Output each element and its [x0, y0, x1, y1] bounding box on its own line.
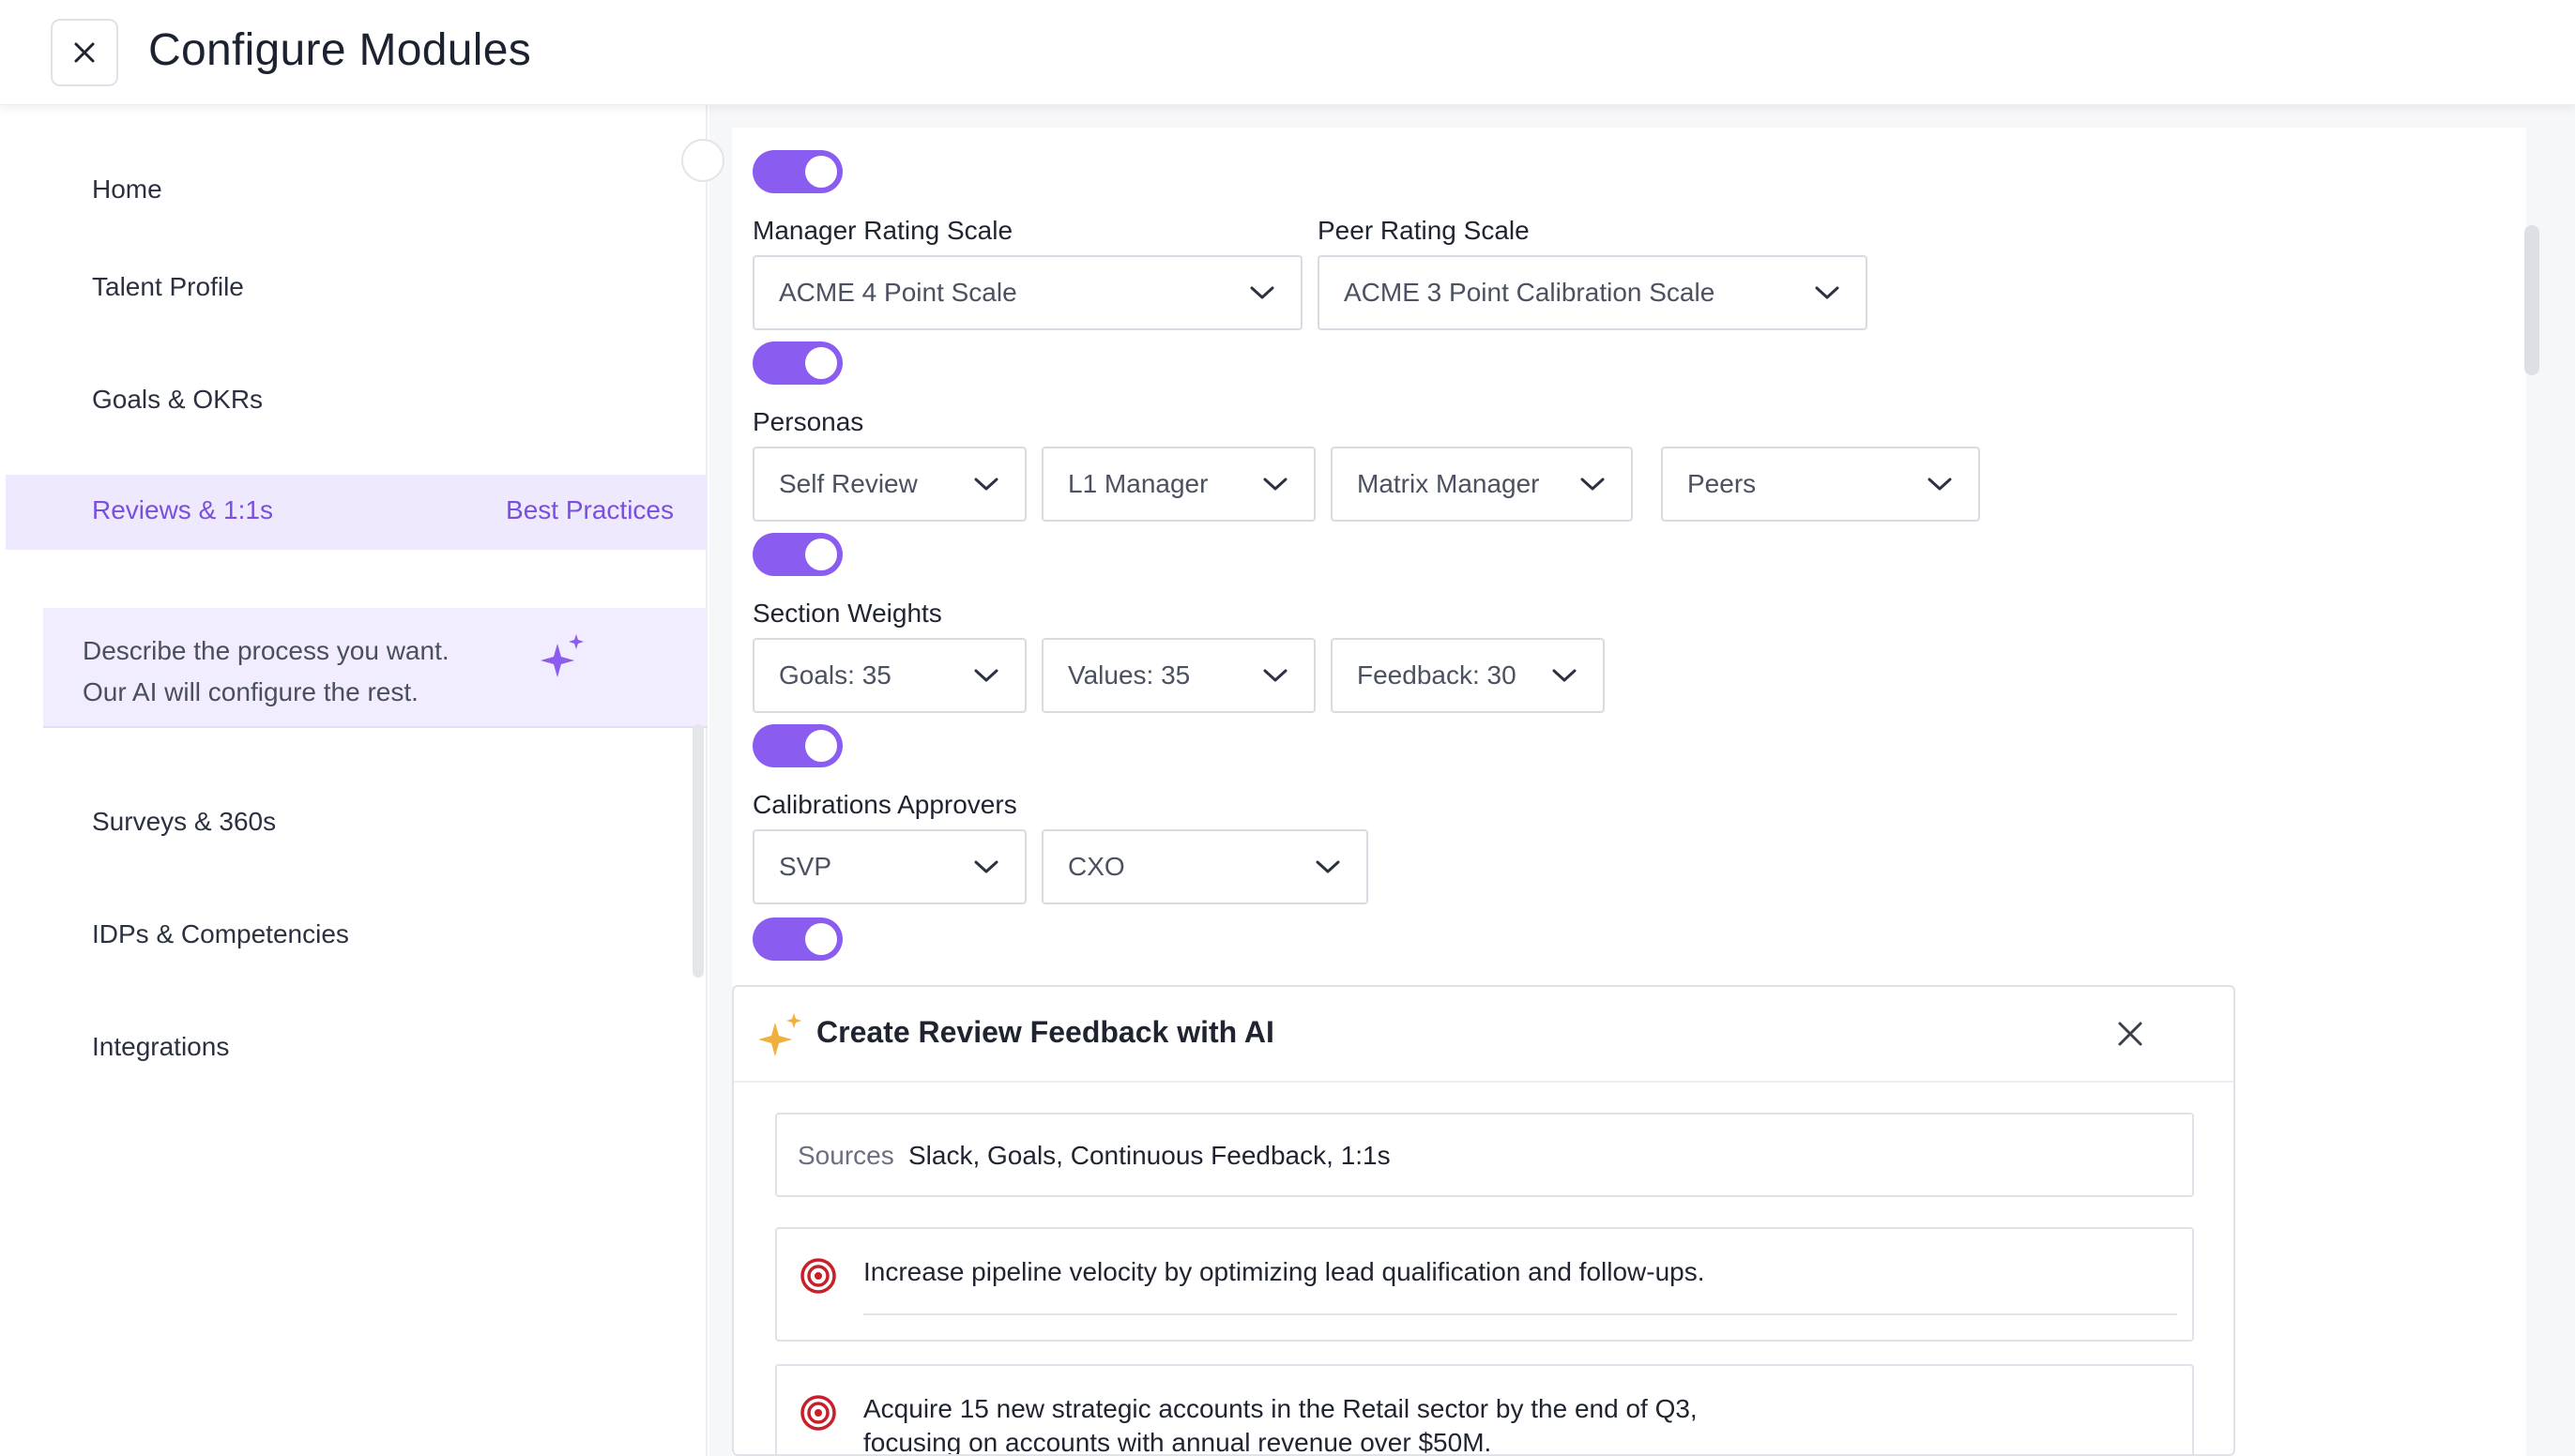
ai-describe-text: Describe the process you want. Our AI wi… [83, 630, 449, 713]
sparkle-icon [541, 634, 584, 677]
peer-rating-label: Peer Rating Scale [1318, 216, 1530, 245]
goal-text-line1: Acquire 15 new strategic accounts in the… [863, 1394, 1698, 1423]
sidebar-item-integrations[interactable]: Integrations [92, 1032, 229, 1062]
select-value: Matrix Manager [1357, 469, 1540, 498]
sidebar-item-home[interactable]: Home [92, 174, 162, 205]
goal-item[interactable]: Increase pipeline velocity by optimizing… [775, 1227, 2194, 1342]
sources-field[interactable]: Sources Slack, Goals, Continuous Feedbac… [775, 1113, 2194, 1197]
chevron-down-icon [1263, 478, 1288, 491]
sidebar-item-goals-okrs[interactable]: Goals & OKRs [92, 385, 263, 415]
persona-select-l1[interactable]: L1 Manager [1042, 447, 1316, 522]
toggle-ai-feedback[interactable] [753, 918, 843, 961]
select-value: SVP [779, 852, 832, 881]
manager-rating-select[interactable]: ACME 4 Point Scale [753, 255, 1303, 330]
personas-label: Personas [753, 407, 864, 436]
target-icon [800, 1258, 836, 1294]
chevron-down-icon [1552, 669, 1577, 682]
close-icon [74, 42, 95, 63]
header: Configure Modules [0, 0, 2575, 105]
chevron-down-icon [1250, 286, 1274, 299]
divider [863, 1313, 2177, 1315]
chevron-down-icon [1263, 669, 1288, 682]
persona-select-self[interactable]: Self Review [753, 447, 1027, 522]
weight-select-feedback[interactable]: Feedback: 30 [1331, 638, 1605, 713]
sidebar: Home Talent Profile Goals & OKRs Reviews… [6, 105, 708, 1456]
weight-select-goals[interactable]: Goals: 35 [753, 638, 1027, 713]
target-icon [800, 1395, 836, 1431]
sidebar-item-reviews[interactable]: Reviews & 1:1s Best Practices [6, 475, 708, 550]
sidebar-item-surveys[interactable]: Surveys & 360s [92, 807, 276, 837]
chevron-down-icon [974, 478, 998, 491]
close-icon[interactable] [2117, 1021, 2143, 1047]
sparkle-icon [758, 1013, 801, 1056]
ai-describe-line2: Our AI will configure the rest. [83, 677, 419, 706]
goal-text: Acquire 15 new strategic accounts in the… [863, 1392, 2158, 1456]
select-value: Values: 35 [1068, 660, 1191, 690]
toggle-rating-scales[interactable] [753, 150, 843, 193]
chevron-down-icon [1580, 478, 1605, 491]
select-value: Peers [1687, 469, 1757, 498]
toggle-personas[interactable] [753, 341, 843, 385]
peer-rating-select[interactable]: ACME 3 Point Calibration Scale [1318, 255, 1867, 330]
ai-feedback-header: Create Review Feedback with AI [734, 987, 2233, 1083]
toggle-section-weights[interactable] [753, 533, 843, 576]
sidebar-collapse-button[interactable] [681, 139, 724, 182]
section-weights-label: Section Weights [753, 599, 942, 628]
goal-item[interactable]: Acquire 15 new strategic accounts in the… [775, 1364, 2194, 1456]
sources-value: Slack, Goals, Continuous Feedback, 1:1s [908, 1141, 1391, 1170]
goal-text: Increase pipeline velocity by optimizing… [863, 1257, 1705, 1286]
chevron-down-icon [1927, 478, 1952, 491]
ai-feedback-panel: Create Review Feedback with AI Sources S… [732, 985, 2235, 1456]
approver-select-cxo[interactable]: CXO [1042, 829, 1368, 904]
select-value: CXO [1068, 852, 1125, 881]
chevron-down-icon [974, 669, 998, 682]
sources-label: Sources [798, 1141, 894, 1170]
select-value: Self Review [779, 469, 918, 498]
main-scrollbar[interactable] [2524, 225, 2539, 375]
ai-describe-box[interactable]: Describe the process you want. Our AI wi… [43, 608, 708, 728]
best-practices-link[interactable]: Best Practices [506, 495, 674, 525]
approver-select-svp[interactable]: SVP [753, 829, 1027, 904]
approvers-label: Calibrations Approvers [753, 790, 1017, 819]
persona-select-matrix[interactable]: Matrix Manager [1331, 447, 1633, 522]
chevron-down-icon [974, 860, 998, 873]
goal-text-line2: focusing on accounts with annual revenue… [863, 1428, 1492, 1456]
sidebar-scrollbar[interactable] [693, 724, 704, 978]
select-value: Feedback: 30 [1357, 660, 1516, 690]
manager-rating-label: Manager Rating Scale [753, 216, 1013, 245]
sidebar-item-idps[interactable]: IDPs & Competencies [92, 919, 349, 949]
select-value: ACME 4 Point Scale [779, 278, 1017, 307]
select-value: ACME 3 Point Calibration Scale [1344, 278, 1715, 307]
close-button[interactable] [51, 19, 118, 86]
ai-feedback-title: Create Review Feedback with AI [816, 1015, 1274, 1049]
weight-select-values[interactable]: Values: 35 [1042, 638, 1316, 713]
toggle-approvers[interactable] [753, 724, 843, 767]
ai-describe-line1: Describe the process you want. [83, 636, 449, 665]
chevron-down-icon [1815, 286, 1839, 299]
select-value: Goals: 35 [779, 660, 891, 690]
chevron-down-icon [1316, 860, 1340, 873]
sidebar-item-label: Reviews & 1:1s [92, 495, 273, 524]
sidebar-item-talent-profile[interactable]: Talent Profile [92, 272, 244, 302]
select-value: L1 Manager [1068, 469, 1209, 498]
page-title: Configure Modules [148, 25, 531, 75]
persona-select-peers[interactable]: Peers [1661, 447, 1980, 522]
